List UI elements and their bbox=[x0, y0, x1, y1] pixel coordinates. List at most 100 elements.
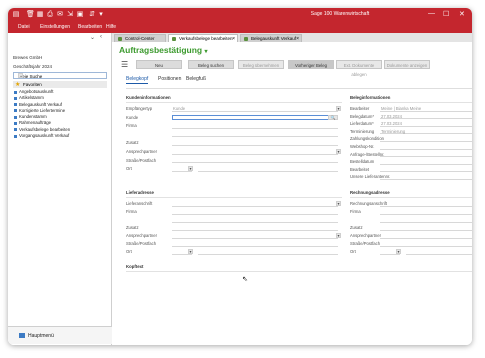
text-field[interactable] bbox=[172, 201, 338, 207]
search-input[interactable]: Freie Suche ⌄ bbox=[13, 72, 107, 79]
text-field[interactable] bbox=[172, 158, 338, 164]
customer-field[interactable] bbox=[172, 114, 338, 121]
main-menu-label: Hauptmenü bbox=[28, 333, 54, 339]
tab-verkaufsbelege[interactable]: Verkaufsbelege bearbeiten × bbox=[168, 34, 238, 42]
tab-belegkopf[interactable]: Belegkopf bbox=[126, 76, 149, 84]
doc-info-field[interactable] bbox=[380, 144, 472, 150]
chevron-down-icon[interactable]: ⌄ bbox=[90, 34, 95, 41]
field-label: Zusatz bbox=[126, 225, 139, 230]
text-field[interactable] bbox=[172, 123, 338, 129]
star-icon: ★ bbox=[15, 82, 21, 88]
chevron-down-icon[interactable]: ▾ bbox=[336, 233, 341, 238]
menu-hilfe[interactable]: Hilfe bbox=[106, 24, 116, 30]
section-divider bbox=[126, 102, 342, 103]
city-field[interactable] bbox=[198, 166, 338, 172]
field-label: Straße/Postfach bbox=[126, 157, 157, 163]
page-title[interactable]: Auftragsbestätigung ▾ bbox=[119, 45, 208, 55]
text-field[interactable] bbox=[380, 209, 472, 215]
tab-label: Verkaufsbelege bearbeiten bbox=[179, 36, 233, 41]
tab-icon bbox=[172, 37, 176, 41]
menu-datei[interactable]: Datei bbox=[18, 24, 30, 30]
doc-info-field[interactable] bbox=[380, 167, 472, 173]
field-label: Kunde bbox=[126, 114, 139, 120]
field-label: Bearbeitet bbox=[350, 166, 370, 172]
menu-einstellungen[interactable]: Einstellungen bbox=[40, 24, 70, 30]
field-label: Lieferanschrift bbox=[126, 201, 153, 206]
field-label: Lieferdatum* bbox=[350, 121, 374, 127]
tab-belegfuss[interactable]: Belegfuß bbox=[186, 76, 206, 82]
doc-info-field[interactable]: Meine | Bianka Meine bbox=[380, 106, 472, 112]
doc-info-field[interactable] bbox=[380, 174, 472, 180]
field-label: Bestelldatum bbox=[350, 159, 375, 165]
field-label: Ort bbox=[126, 166, 132, 172]
field-label: Ort bbox=[126, 249, 132, 254]
menu-bearbeiten[interactable]: Bearbeiten bbox=[78, 24, 102, 30]
field-label: Straße/Postfach bbox=[350, 241, 381, 246]
text-field[interactable] bbox=[172, 217, 338, 223]
show-documents-button[interactable]: Dokumente anzeigen bbox=[384, 60, 430, 69]
tab-icon bbox=[118, 37, 122, 41]
favorites-header[interactable]: ★ Favoriten bbox=[13, 81, 107, 88]
section-divider bbox=[350, 197, 472, 198]
tab-belegauskunft[interactable]: Belegauskunft Verkauf × bbox=[240, 34, 302, 42]
text-field[interactable] bbox=[172, 132, 338, 138]
chevron-down-icon[interactable]: ▾ bbox=[205, 49, 208, 55]
minimize-button[interactable]: — bbox=[428, 10, 435, 17]
chevron-down-icon[interactable]: ▾ bbox=[396, 249, 401, 254]
take-over-button[interactable]: Beleg übernehmen bbox=[238, 60, 284, 69]
text-field[interactable] bbox=[380, 233, 472, 239]
mouse-cursor-icon: ⇖ bbox=[242, 276, 248, 283]
field-label: Terminierung bbox=[350, 128, 375, 134]
search-icon[interactable]: 🔍 bbox=[328, 114, 338, 120]
list-item[interactable]: Vorgangsauskunft Verkauf bbox=[13, 133, 107, 139]
main-menu-button[interactable]: Hauptmenü bbox=[8, 326, 112, 344]
section-billing: Rechnungsadresse bbox=[350, 190, 390, 195]
text-field[interactable] bbox=[380, 201, 472, 207]
text-field[interactable] bbox=[380, 225, 472, 231]
section-divider bbox=[126, 197, 342, 198]
chevron-down-icon[interactable]: ▾ bbox=[336, 149, 341, 154]
doc-info-field[interactable] bbox=[380, 152, 472, 158]
doc-info-field[interactable]: Terminierung bbox=[380, 129, 472, 135]
text-field[interactable]: Kunde bbox=[172, 106, 338, 112]
doc-info-field[interactable]: 27.03.2024 bbox=[380, 114, 472, 120]
maximize-button[interactable]: ☐ bbox=[443, 10, 449, 18]
field-label: Firma bbox=[126, 209, 137, 214]
favorites-list: Angebotsauskunft Artikelstamm Belegausku… bbox=[13, 89, 107, 139]
close-button[interactable]: ✕ bbox=[459, 10, 465, 18]
previous-document-button[interactable]: Vorheriger Beleg bbox=[288, 60, 334, 69]
city-field[interactable] bbox=[198, 249, 338, 255]
home-icon bbox=[19, 333, 25, 338]
search-document-button[interactable]: Beleg suchen bbox=[188, 60, 234, 69]
doc-info-field[interactable]: 27.03.2024 bbox=[380, 121, 472, 127]
chevron-down-icon[interactable]: ▾ bbox=[188, 249, 193, 254]
text-field[interactable] bbox=[172, 140, 338, 146]
text-field[interactable] bbox=[380, 217, 472, 223]
chevron-down-icon[interactable]: ▾ bbox=[336, 106, 341, 111]
text-field[interactable] bbox=[172, 241, 338, 247]
section-doc-info: Beleginformationen bbox=[350, 95, 391, 100]
chevron-down-icon[interactable]: ▾ bbox=[188, 166, 193, 172]
tab-label: Control-Center bbox=[125, 36, 155, 41]
collapse-icon[interactable]: ‹ bbox=[100, 34, 102, 40]
title-bar: ▤ 🗑 ▦ ⎙ ✉ ⇲ ▣ ⇵ ▾ Sage 100 Warenwirtscha… bbox=[8, 8, 472, 22]
text-field[interactable] bbox=[172, 209, 338, 215]
doc-info-field[interactable] bbox=[380, 136, 472, 142]
hamburger-icon[interactable]: ☰ bbox=[121, 60, 128, 69]
city-field[interactable] bbox=[406, 249, 472, 255]
chevron-down-icon[interactable]: ▾ bbox=[336, 201, 341, 206]
tab-control-center[interactable]: Control-Center bbox=[114, 34, 166, 42]
doc-info-field[interactable] bbox=[380, 159, 472, 165]
fiscal-year: Geschäftsjahr 2024 bbox=[13, 64, 53, 69]
store-files-button[interactable]: Ext. Dokumente ablegen bbox=[336, 60, 382, 77]
text-field[interactable] bbox=[172, 233, 338, 239]
text-field[interactable] bbox=[380, 241, 472, 247]
text-field[interactable] bbox=[172, 225, 338, 231]
text-field[interactable] bbox=[172, 149, 338, 155]
chevron-down-icon[interactable]: ⌄ bbox=[18, 73, 23, 79]
new-button[interactable]: Neu bbox=[136, 60, 182, 69]
section-delivery: Lieferadresse bbox=[126, 190, 154, 195]
tab-label: Belegauskunft Verkauf bbox=[251, 36, 297, 41]
tab-positionen[interactable]: Positionen bbox=[158, 76, 181, 82]
app-window: ▤ 🗑 ▦ ⎙ ✉ ⇲ ▣ ⇵ ▾ Sage 100 Warenwirtscha… bbox=[8, 8, 472, 345]
